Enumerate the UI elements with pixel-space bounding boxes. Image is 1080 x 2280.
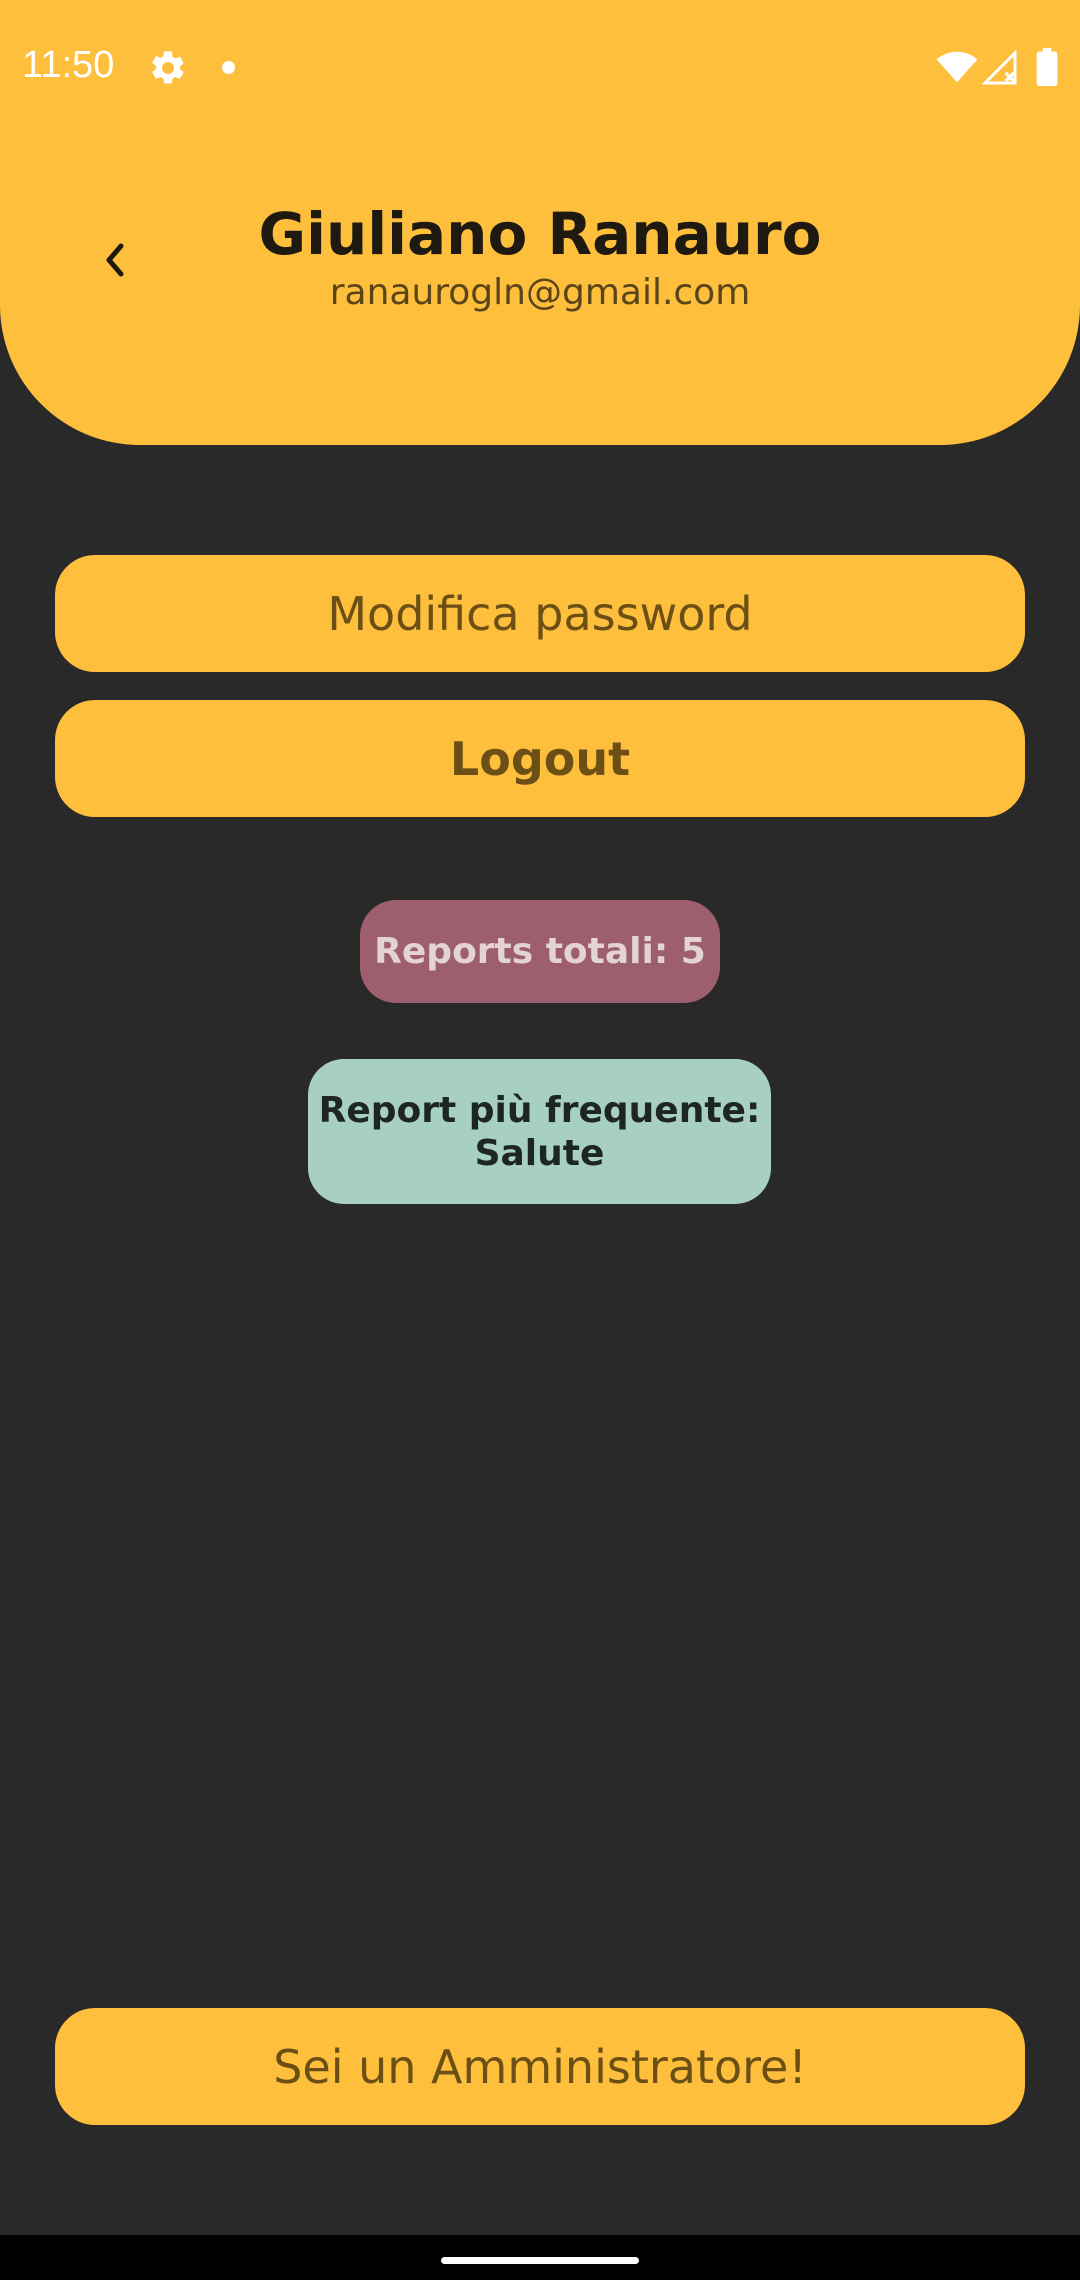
most-frequent-value: Salute [474, 1132, 605, 1174]
logout-button[interactable]: Logout [55, 700, 1025, 817]
user-email: ranaurogln@gmail.com [329, 272, 751, 313]
profile-screen: 11:50 Giuliano Ranauro ranaurogln@gmail.… [0, 0, 1080, 2280]
status-bar: 11:50 [0, 0, 1080, 135]
battery-icon [1036, 48, 1058, 86]
settings-gear-icon [152, 51, 184, 84]
most-frequent-report-badge: Report più frequente: Salute [308, 1059, 771, 1204]
notification-dot-icon [222, 61, 235, 74]
user-name: Giuliano Ranauro [258, 200, 822, 268]
change-password-button[interactable]: Modifica password [55, 555, 1025, 672]
home-gesture-handle[interactable] [441, 2257, 639, 2264]
cell-signal-no-data-icon [982, 50, 1017, 85]
admin-status-button[interactable]: Sei un Amministratore! [55, 2008, 1025, 2125]
wifi-icon [936, 51, 978, 83]
most-frequent-label: Report più frequente: [318, 1089, 761, 1131]
total-reports-badge: Reports totali: 5 [360, 900, 720, 1003]
status-time: 11:50 [22, 44, 115, 86]
